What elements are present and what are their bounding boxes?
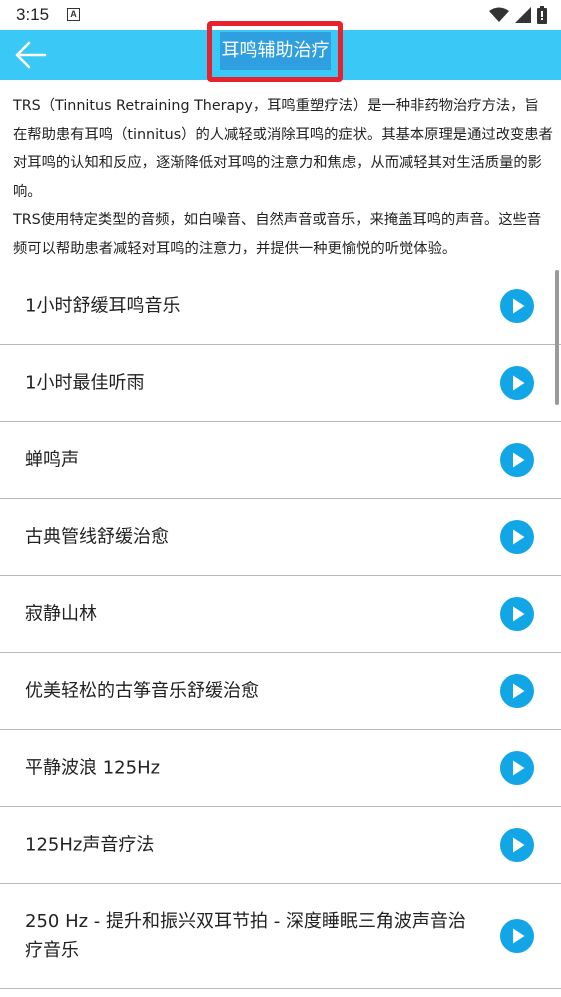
description: TRS（Tinnitus Retraining Therapy，耳鸣重塑疗法）是… — [13, 92, 553, 263]
track-title: 1小时舒缓耳鸣音乐 — [25, 295, 181, 317]
track-title: 寂静山林 — [25, 603, 97, 625]
track-item[interactable]: 寂静山林 — [0, 576, 561, 653]
play-button[interactable] — [500, 919, 534, 953]
track-title: 125Hz声音疗法 — [25, 834, 155, 856]
play-button[interactable] — [500, 443, 534, 477]
track-list: 1小时舒缓耳鸣音乐 1小时最佳听雨 蝉鸣声 古典管线舒缓治愈 寂静山林 优美轻松… — [0, 268, 561, 989]
wifi-icon — [489, 7, 509, 22]
play-button[interactable] — [500, 366, 534, 400]
play-circle-icon — [513, 760, 525, 776]
play-circle-icon — [513, 683, 525, 699]
description-paragraph-1: TRS（Tinnitus Retraining Therapy，耳鸣重塑疗法）是… — [13, 98, 553, 200]
battery-icon — [537, 6, 547, 24]
play-circle-icon — [513, 606, 525, 622]
play-button[interactable] — [500, 520, 534, 554]
play-button[interactable] — [500, 597, 534, 631]
back-button[interactable] — [14, 39, 48, 71]
play-button[interactable] — [500, 751, 534, 785]
description-paragraph-2: TRS使用特定类型的音频，如白噪音、自然声音或音乐，来掩盖耳鸣的声音。这些音频可… — [13, 212, 542, 257]
track-title: 平静波浪 125Hz — [25, 757, 161, 779]
track-item[interactable]: 蝉鸣声 — [0, 422, 561, 499]
play-circle-icon — [513, 375, 525, 391]
notification-a-icon: A — [67, 8, 80, 21]
play-circle-icon — [513, 837, 525, 853]
track-item[interactable]: 古典管线舒缓治愈 — [0, 499, 561, 576]
track-title: 古典管线舒缓治愈 — [25, 526, 169, 548]
app-header: 耳鸣辅助治疗 — [0, 21, 561, 82]
signal-icon — [515, 7, 531, 23]
play-circle-icon — [513, 529, 525, 545]
page-title: 耳鸣辅助治疗 — [220, 32, 331, 70]
play-button[interactable] — [500, 828, 534, 862]
track-title: 蝉鸣声 — [25, 449, 79, 471]
status-icons — [489, 6, 547, 24]
track-item[interactable]: 125Hz声音疗法 — [0, 807, 561, 884]
track-item[interactable]: 平静波浪 125Hz — [0, 730, 561, 807]
track-item[interactable]: 优美轻松的古筝音乐舒缓治愈 — [0, 653, 561, 730]
play-button[interactable] — [500, 289, 534, 323]
track-item[interactable]: 1小时舒缓耳鸣音乐 — [0, 268, 561, 345]
arrow-left-icon — [15, 41, 47, 69]
track-item[interactable]: 250 Hz - 提升和振兴双耳节拍 - 深度睡眠三角波声音治疗音乐 — [0, 884, 561, 989]
scrollbar[interactable] — [555, 270, 559, 405]
track-item[interactable]: 1小时最佳听雨 — [0, 345, 561, 422]
track-title: 优美轻松的古筝音乐舒缓治愈 — [25, 680, 259, 702]
track-title: 250 Hz - 提升和振兴双耳节拍 - 深度睡眠三角波声音治疗音乐 — [25, 911, 466, 961]
track-title: 1小时最佳听雨 — [25, 372, 145, 394]
play-circle-icon — [513, 452, 525, 468]
status-time: 3:15 — [16, 5, 50, 24]
play-circle-icon — [513, 928, 525, 944]
play-button[interactable] — [500, 674, 534, 708]
play-circle-icon — [513, 298, 525, 314]
